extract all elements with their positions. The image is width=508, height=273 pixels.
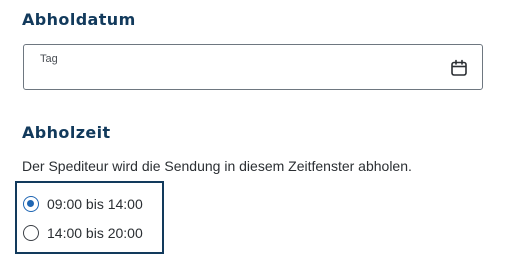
time-window-option-1[interactable]: 09:00 bis 14:00 [23, 194, 143, 214]
radio-button-unselected[interactable] [23, 225, 39, 241]
radio-button-selected[interactable] [23, 196, 39, 212]
pickup-time-description: Der Spediteur wird die Sendung in diesem… [22, 158, 412, 174]
date-field-label: Tag [40, 53, 58, 65]
pickup-date-heading: Abholdatum [22, 10, 136, 29]
pickup-time-heading: Abholzeit [22, 123, 111, 142]
radio-dot [27, 200, 34, 207]
pickup-date-field[interactable]: Tag [23, 44, 483, 90]
calendar-icon[interactable] [450, 59, 468, 77]
time-window-option-label: 14:00 bis 20:00 [47, 225, 143, 241]
time-window-option-label: 09:00 bis 14:00 [47, 196, 143, 212]
time-window-radio-group: 09:00 bis 14:00 14:00 bis 20:00 [15, 181, 164, 254]
time-window-option-2[interactable]: 14:00 bis 20:00 [23, 223, 143, 243]
